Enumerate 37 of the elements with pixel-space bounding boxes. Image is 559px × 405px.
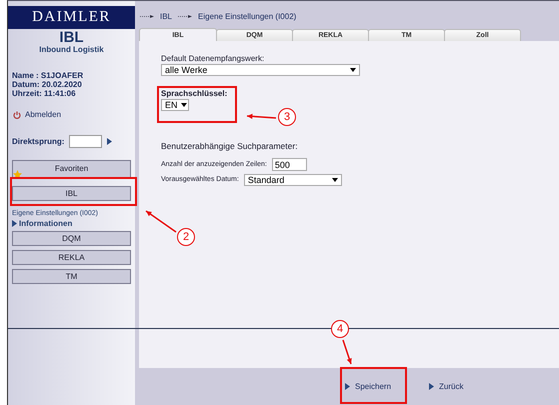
section-toggle[interactable]: Informationen <box>12 219 72 228</box>
dropdown[interactable]: EN <box>161 99 189 111</box>
section-heading: Benutzerabhängige Suchparameter: <box>161 141 298 151</box>
jump-field[interactable] <box>69 135 102 148</box>
field-label: Sprachschlüssel: <box>161 89 228 99</box>
app-title: IBL <box>59 30 84 45</box>
caret-icon <box>332 178 338 182</box>
highlight-frame <box>340 367 407 404</box>
arrow-icon <box>140 15 154 18</box>
triangle-icon <box>12 220 17 227</box>
brand-logo: DAIMLER <box>8 6 135 29</box>
arrow-icon <box>178 15 192 18</box>
dropdown[interactable]: Standard <box>244 174 342 186</box>
nav-button[interactable]: IBL <box>12 186 131 201</box>
user-info: Name : S1JOAFER <box>12 71 84 80</box>
breadcrumb-item[interactable]: IBL <box>160 12 172 21</box>
app-subtitle: Inbound Logistik <box>39 45 104 54</box>
caret-icon <box>350 68 356 72</box>
nav-button[interactable]: DQM <box>12 231 131 246</box>
breadcrumb-item[interactable]: Eigene Einstellungen (I002) <box>198 12 296 21</box>
star-icon <box>13 170 22 179</box>
dropdown[interactable]: alle Werke <box>161 64 360 76</box>
footer-button[interactable]: Zurück <box>429 382 464 391</box>
footer-button[interactable]: Speichern <box>345 382 392 391</box>
user-info: Uhrzeit: 11:41:06 <box>12 89 76 98</box>
nav-button[interactable]: REKLA <box>12 250 131 265</box>
nav-button[interactable]: TM <box>12 269 131 284</box>
field-label: Default Datenempfangswerk: <box>161 54 264 64</box>
input-field[interactable]: 500 <box>272 158 307 171</box>
triangle-icon <box>429 383 434 390</box>
power-icon <box>13 110 21 118</box>
triangle-icon <box>345 383 350 390</box>
go-icon[interactable] <box>107 138 112 145</box>
user-info: Datum: 20.02.2020 <box>12 80 82 89</box>
caret-icon <box>180 103 187 107</box>
jump-label: Direktsprung: <box>12 137 64 146</box>
logout-link[interactable]: Abmelden <box>13 110 62 119</box>
